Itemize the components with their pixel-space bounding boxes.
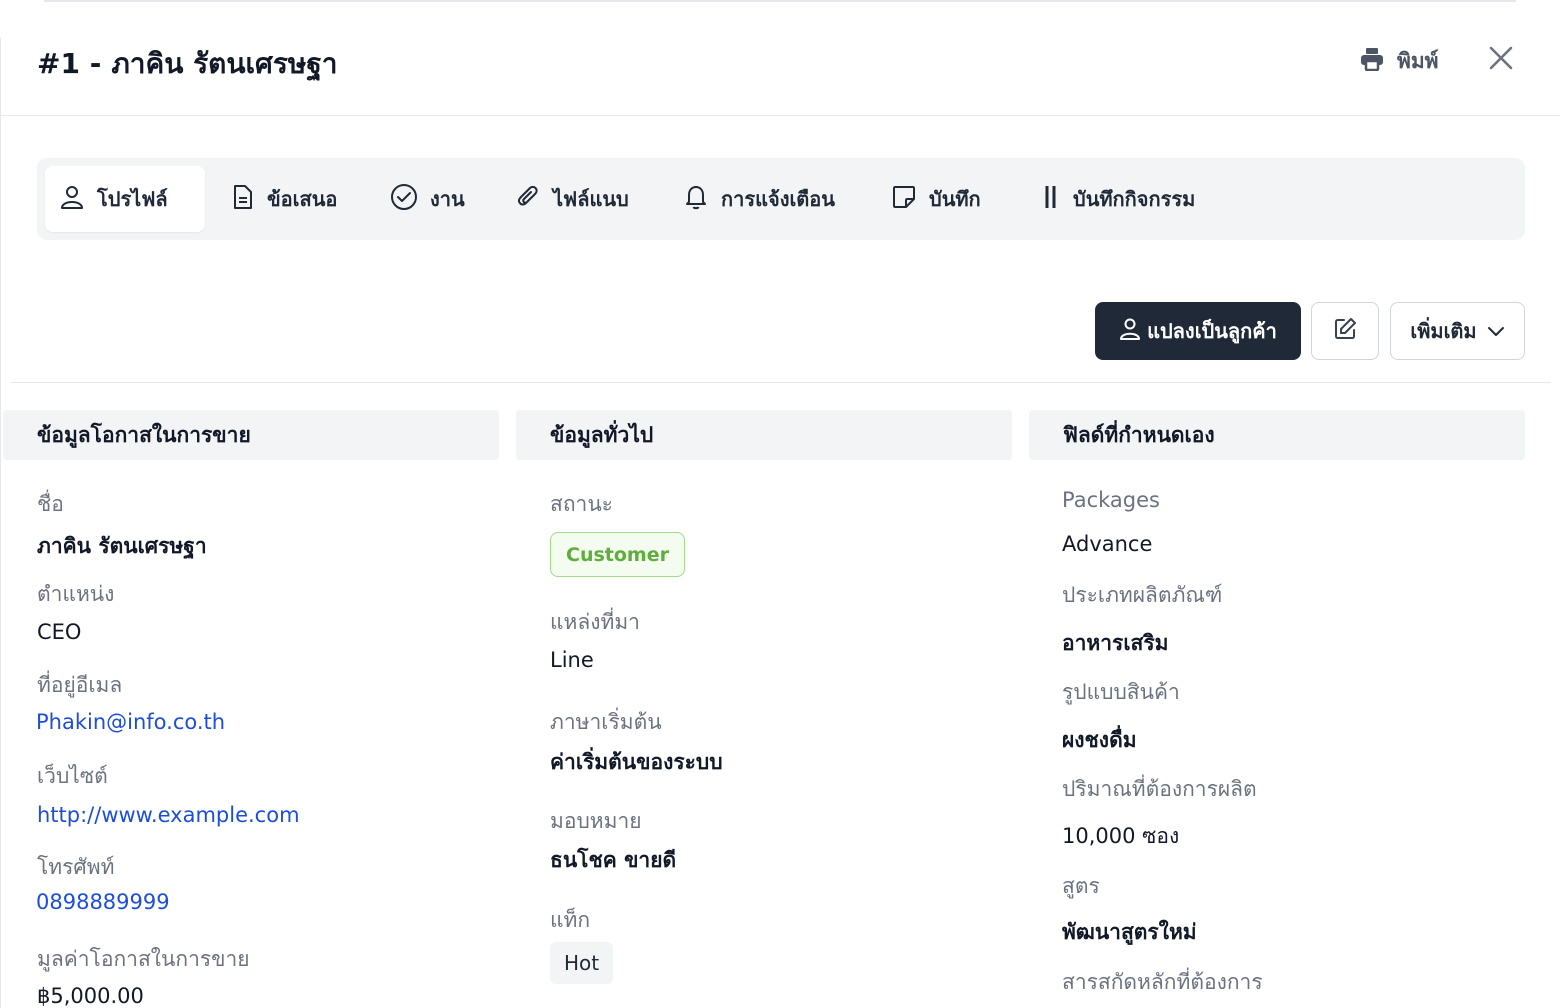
document-icon: [231, 184, 255, 215]
website-label: เว็บไซต์: [37, 764, 108, 788]
edit-icon: [1332, 316, 1358, 346]
product-type-value: อาหารเสริม: [1062, 631, 1169, 655]
paperclip-icon: [515, 184, 541, 215]
page-title: #1 - ภาคิน รัตนเศรษฐา: [37, 42, 338, 86]
tab-proposals[interactable]: ข้อเสนอ: [217, 166, 351, 232]
website-link[interactable]: http://www.example.com: [37, 803, 300, 827]
name-label: ชื่อ: [37, 492, 64, 516]
language-value: ค่าเริ่มต้นของระบบ: [550, 750, 723, 774]
assigned-value: ธนโชค ขายดี: [550, 848, 677, 872]
check-circle-icon: [390, 183, 418, 216]
email-label: ที่อยู่อีเมล: [37, 673, 123, 697]
user-icon: [1119, 317, 1141, 346]
opportunity-info-heading: ข้อมูลโอกาสในการขาย: [3, 410, 499, 460]
lead-number: #1 -: [37, 47, 102, 80]
tab-attachments[interactable]: ไฟล์แนบ: [501, 166, 643, 232]
activity-icon: [1041, 184, 1061, 215]
packages-label: Packages: [1062, 488, 1160, 512]
general-info-heading: ข้อมูลทั่วไป: [516, 410, 1012, 460]
tab-reminders[interactable]: การแจ้งเตือน: [669, 166, 849, 232]
close-button[interactable]: [1485, 44, 1517, 76]
formula-label: สูตร: [1062, 874, 1100, 898]
packages-value: Advance: [1062, 532, 1153, 556]
position-value: CEO: [37, 620, 82, 644]
email-link[interactable]: Phakin@info.co.th: [36, 710, 225, 734]
close-icon: [1488, 45, 1514, 75]
tab-label: ไฟล์แนบ: [553, 187, 629, 211]
tab-bar: โปรไฟล์ ข้อเสนอ งาน ไฟล์แนบ การแจ้งเตือน: [37, 158, 1525, 240]
tab-label: บันทึกกิจกรรม: [1073, 187, 1196, 211]
position-label: ตำแหน่ง: [37, 582, 115, 606]
phone-label: โทรศัพท์: [37, 855, 115, 879]
tab-label: ข้อเสนอ: [267, 187, 338, 211]
tab-label: บันทึก: [929, 187, 981, 211]
printer-icon: [1359, 47, 1385, 76]
tab-label: งาน: [430, 187, 465, 211]
opportunity-value-label: มูลค่าโอกาสในการขาย: [37, 947, 250, 971]
note-icon: [891, 184, 917, 215]
production-quantity-value: 10,000 ซอง: [1062, 824, 1180, 848]
top-edge: [44, 0, 1516, 2]
chevron-down-icon: [1487, 319, 1505, 343]
tab-profile[interactable]: โปรไฟล์: [45, 166, 205, 232]
tag-badge: Hot: [550, 942, 614, 984]
assigned-label: มอบหมาย: [550, 809, 642, 833]
production-quantity-label: ปริมาณที่ต้องการผลิต: [1062, 777, 1257, 801]
lead-name: ภาคิน รัตนเศรษฐา: [111, 47, 338, 80]
bell-icon: [683, 183, 709, 216]
more-label: เพิ่มเติม: [1410, 319, 1477, 343]
custom-fields-heading: ฟิลด์ที่กำหนดเอง: [1029, 410, 1525, 460]
convert-to-customer-button[interactable]: แปลงเป็นลูกค้า: [1095, 302, 1301, 360]
name-value: ภาคิน รัตนเศรษฐา: [37, 534, 207, 558]
tab-activity-log[interactable]: บันทึกกิจกรรม: [1027, 166, 1209, 232]
tab-label: โปรไฟล์: [97, 187, 168, 211]
product-format-label: รูปแบบสินค้า: [1062, 680, 1180, 704]
language-label: ภาษาเริ่มต้น: [550, 710, 662, 734]
source-label: แหล่งที่มา: [550, 610, 640, 634]
user-icon: [59, 184, 85, 215]
product-type-label: ประเภทผลิตภัณฑ์: [1062, 583, 1223, 607]
tab-notes[interactable]: บันทึก: [877, 166, 995, 232]
edit-button[interactable]: [1311, 302, 1379, 360]
lead-modal: #1 - ภาคิน รัตนเศรษฐา พิมพ์ โปรไฟล์ ข้อเ…: [0, 38, 1560, 1008]
phone-link[interactable]: 0898889999: [36, 890, 170, 914]
status-label: สถานะ: [550, 492, 613, 516]
formula-value: พัฒนาสูตรใหม่: [1062, 920, 1197, 944]
source-value: Line: [550, 648, 594, 672]
more-dropdown-button[interactable]: เพิ่มเติม: [1390, 302, 1525, 360]
tab-tasks[interactable]: งาน: [376, 166, 479, 232]
convert-label: แปลงเป็นลูกค้า: [1147, 319, 1277, 343]
modal-header: #1 - ภาคิน รัตนเศรษฐา พิมพ์: [1, 38, 1560, 116]
opportunity-value: ฿5,000.00: [37, 984, 144, 1008]
print-button[interactable]: พิมพ์: [1359, 44, 1439, 78]
tags-label: แท็ก: [550, 908, 591, 932]
main-extract-label: สารสกัดหลักที่ต้องการ: [1062, 970, 1263, 994]
status-badge: Customer: [550, 532, 685, 577]
section-divider: [11, 382, 1551, 383]
tab-label: การแจ้งเตือน: [721, 187, 835, 211]
print-label: พิมพ์: [1397, 48, 1439, 73]
product-format-value: ผงชงดื่ม: [1062, 728, 1137, 752]
